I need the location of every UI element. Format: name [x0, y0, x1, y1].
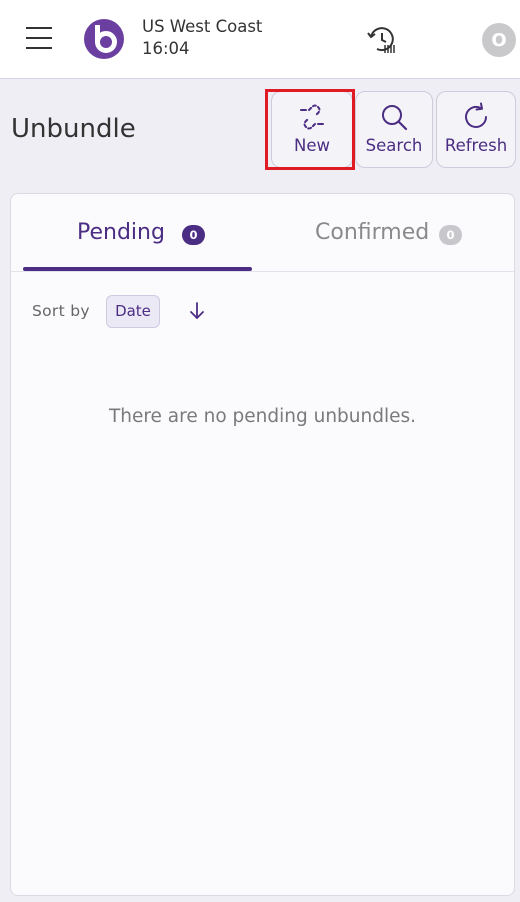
page-title: Unbundle — [11, 114, 136, 144]
brand-logo-icon — [84, 19, 124, 59]
store-info: US West Coast 16:04 — [142, 16, 262, 60]
tab-bar: Pending 0 Confirmed 0 — [11, 194, 514, 272]
arrow-down-icon[interactable] — [186, 300, 208, 322]
sort-field-chip[interactable]: Date — [106, 295, 160, 328]
user-avatar[interactable]: O — [482, 23, 516, 57]
refresh-button-label: Refresh — [444, 136, 508, 155]
active-tab-indicator — [23, 267, 252, 271]
unbundle-panel: Pending 0 Confirmed 0 Sort by Date There… — [10, 193, 515, 896]
tab-confirmed-count: 0 — [439, 225, 462, 245]
tab-confirmed[interactable]: Confirmed 0 — [273, 194, 514, 271]
new-button[interactable]: New — [271, 91, 353, 168]
unlink-icon — [300, 104, 324, 130]
sort-label: Sort by — [32, 302, 90, 320]
search-button-label: Search — [365, 136, 423, 155]
tab-pending-label: Pending — [77, 220, 165, 245]
tab-confirmed-label: Confirmed — [315, 220, 430, 245]
top-bar: US West Coast 16:04 O — [0, 0, 520, 79]
store-time: 16:04 — [142, 39, 190, 58]
search-icon — [382, 105, 408, 131]
tab-pending[interactable]: Pending 0 — [23, 194, 252, 271]
refresh-button[interactable]: Refresh — [436, 91, 516, 168]
clock-history-icon[interactable] — [365, 23, 399, 57]
new-button-label: New — [294, 136, 330, 155]
store-location: US West Coast — [142, 17, 263, 36]
refresh-icon — [465, 102, 487, 128]
tab-pending-count: 0 — [182, 225, 205, 245]
search-button[interactable]: Search — [355, 91, 433, 168]
empty-state-message: There are no pending unbundles. — [108, 406, 417, 427]
hamburger-menu-icon[interactable] — [26, 27, 52, 49]
